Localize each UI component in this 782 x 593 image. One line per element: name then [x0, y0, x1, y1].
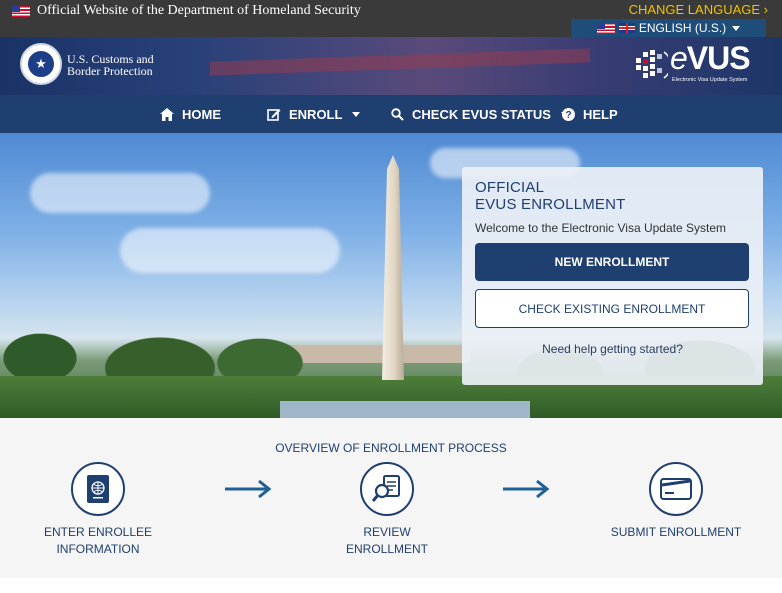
hero-banner: OFFICIAL EVUS ENROLLMENT Welcome to the … [0, 133, 782, 418]
uk-flag-icon [618, 23, 635, 33]
check-existing-enrollment-button[interactable]: CHECK EXISTING ENROLLMENT [475, 289, 749, 328]
nav-enroll-label: ENROLL [289, 106, 343, 122]
hero-reflecting-pool [280, 401, 530, 418]
step-submit-enrollment-label: SUBMIT ENROLLMENT [606, 524, 746, 541]
dhs-seal-icon[interactable]: ★ [20, 43, 62, 85]
card-title-line2: EVUS ENROLLMENT [475, 196, 626, 213]
header-flag-stripe [210, 48, 590, 76]
evus-logo-text: eVUS [670, 40, 751, 76]
official-text: Official Website of the Department of Ho… [37, 3, 361, 18]
help-icon: ? [562, 107, 575, 121]
site-header: ★ U.S. Customs and Border Protection eVU… [0, 37, 782, 95]
card-title-line1: OFFICIAL [475, 179, 545, 196]
nav-help[interactable]: ? HELP [562, 95, 618, 133]
official-banner: Official Website of the Department of Ho… [0, 0, 782, 37]
hero-cloud [30, 173, 210, 213]
agency-name[interactable]: U.S. Customs and Border Protection [67, 53, 154, 77]
step-review-enrollment-label: REVIEW ENROLLMENT [327, 524, 447, 558]
change-language-link[interactable]: CHANGE LANGUAGE › [629, 2, 768, 17]
nav-help-label: HELP [583, 106, 618, 122]
edit-icon [267, 109, 281, 121]
chevron-down-icon [352, 111, 361, 117]
passport-icon [71, 462, 125, 516]
nav-check-status-label: CHECK EVUS STATUS [412, 106, 551, 122]
enrollment-card: OFFICIAL EVUS ENROLLMENT Welcome to the … [462, 167, 763, 385]
chevron-down-icon [732, 25, 741, 31]
evus-logo[interactable]: eVUS Electronic Visa Update System [634, 40, 760, 89]
card-title: OFFICIAL EVUS ENROLLMENT [475, 179, 626, 213]
hero-cloud [120, 228, 340, 273]
evus-logo-subtitle: Electronic Visa Update System [672, 77, 748, 83]
main-nav: HOME ENROLL CHECK EVUS STATUS ? HELP [0, 95, 782, 133]
enrollment-overview: OVERVIEW OF ENROLLMENT PROCESS ENTER ENR… [0, 418, 782, 578]
svg-text:?: ? [565, 110, 571, 121]
review-document-icon [360, 462, 414, 516]
evus-logo-mark-icon [636, 50, 668, 79]
eagle-icon: ★ [26, 49, 56, 79]
nav-check-status[interactable]: CHECK EVUS STATUS [391, 95, 569, 133]
us-flag-icon [596, 22, 615, 34]
evus-page: Official Website of the Department of Ho… [0, 0, 782, 593]
washington-monument [382, 155, 404, 380]
welcome-text: Welcome to the Electronic Visa Update Sy… [475, 221, 727, 235]
step-1-line2: INFORMATION [56, 542, 140, 556]
step-3-line1: SUBMIT ENROLLMENT [610, 525, 742, 539]
language-select[interactable]: ENGLISH (U.S.) [571, 19, 766, 37]
step-enter-information-label: ENTER ENROLLEE INFORMATION [38, 524, 158, 558]
nav-home[interactable]: HOME [160, 95, 221, 133]
step-1-line1: ENTER ENROLLEE [43, 525, 153, 539]
page-bottom-spacer [0, 578, 782, 593]
official-website-notice: Official Website of the Department of Ho… [12, 3, 361, 19]
nav-enroll[interactable]: ENROLL [267, 95, 361, 133]
help-getting-started-link[interactable]: Need help getting started? [462, 342, 763, 356]
overview-title: OVERVIEW OF ENROLLMENT PROCESS [275, 441, 507, 455]
new-enrollment-button[interactable]: NEW ENROLLMENT [475, 243, 749, 281]
credit-card-icon [649, 462, 703, 516]
arrow-right-icon [225, 479, 272, 499]
step-2-line1: REVIEW [363, 525, 411, 539]
agency-name-line2: Border Protection [67, 64, 153, 78]
us-flag-icon [12, 5, 30, 17]
home-icon [160, 107, 174, 121]
language-selected-label: ENGLISH (U.S.) [638, 21, 727, 35]
arrow-right-icon [503, 479, 550, 499]
search-icon [391, 107, 404, 121]
nav-home-label: HOME [182, 106, 221, 122]
step-2-line2: ENROLLMENT [345, 542, 428, 556]
